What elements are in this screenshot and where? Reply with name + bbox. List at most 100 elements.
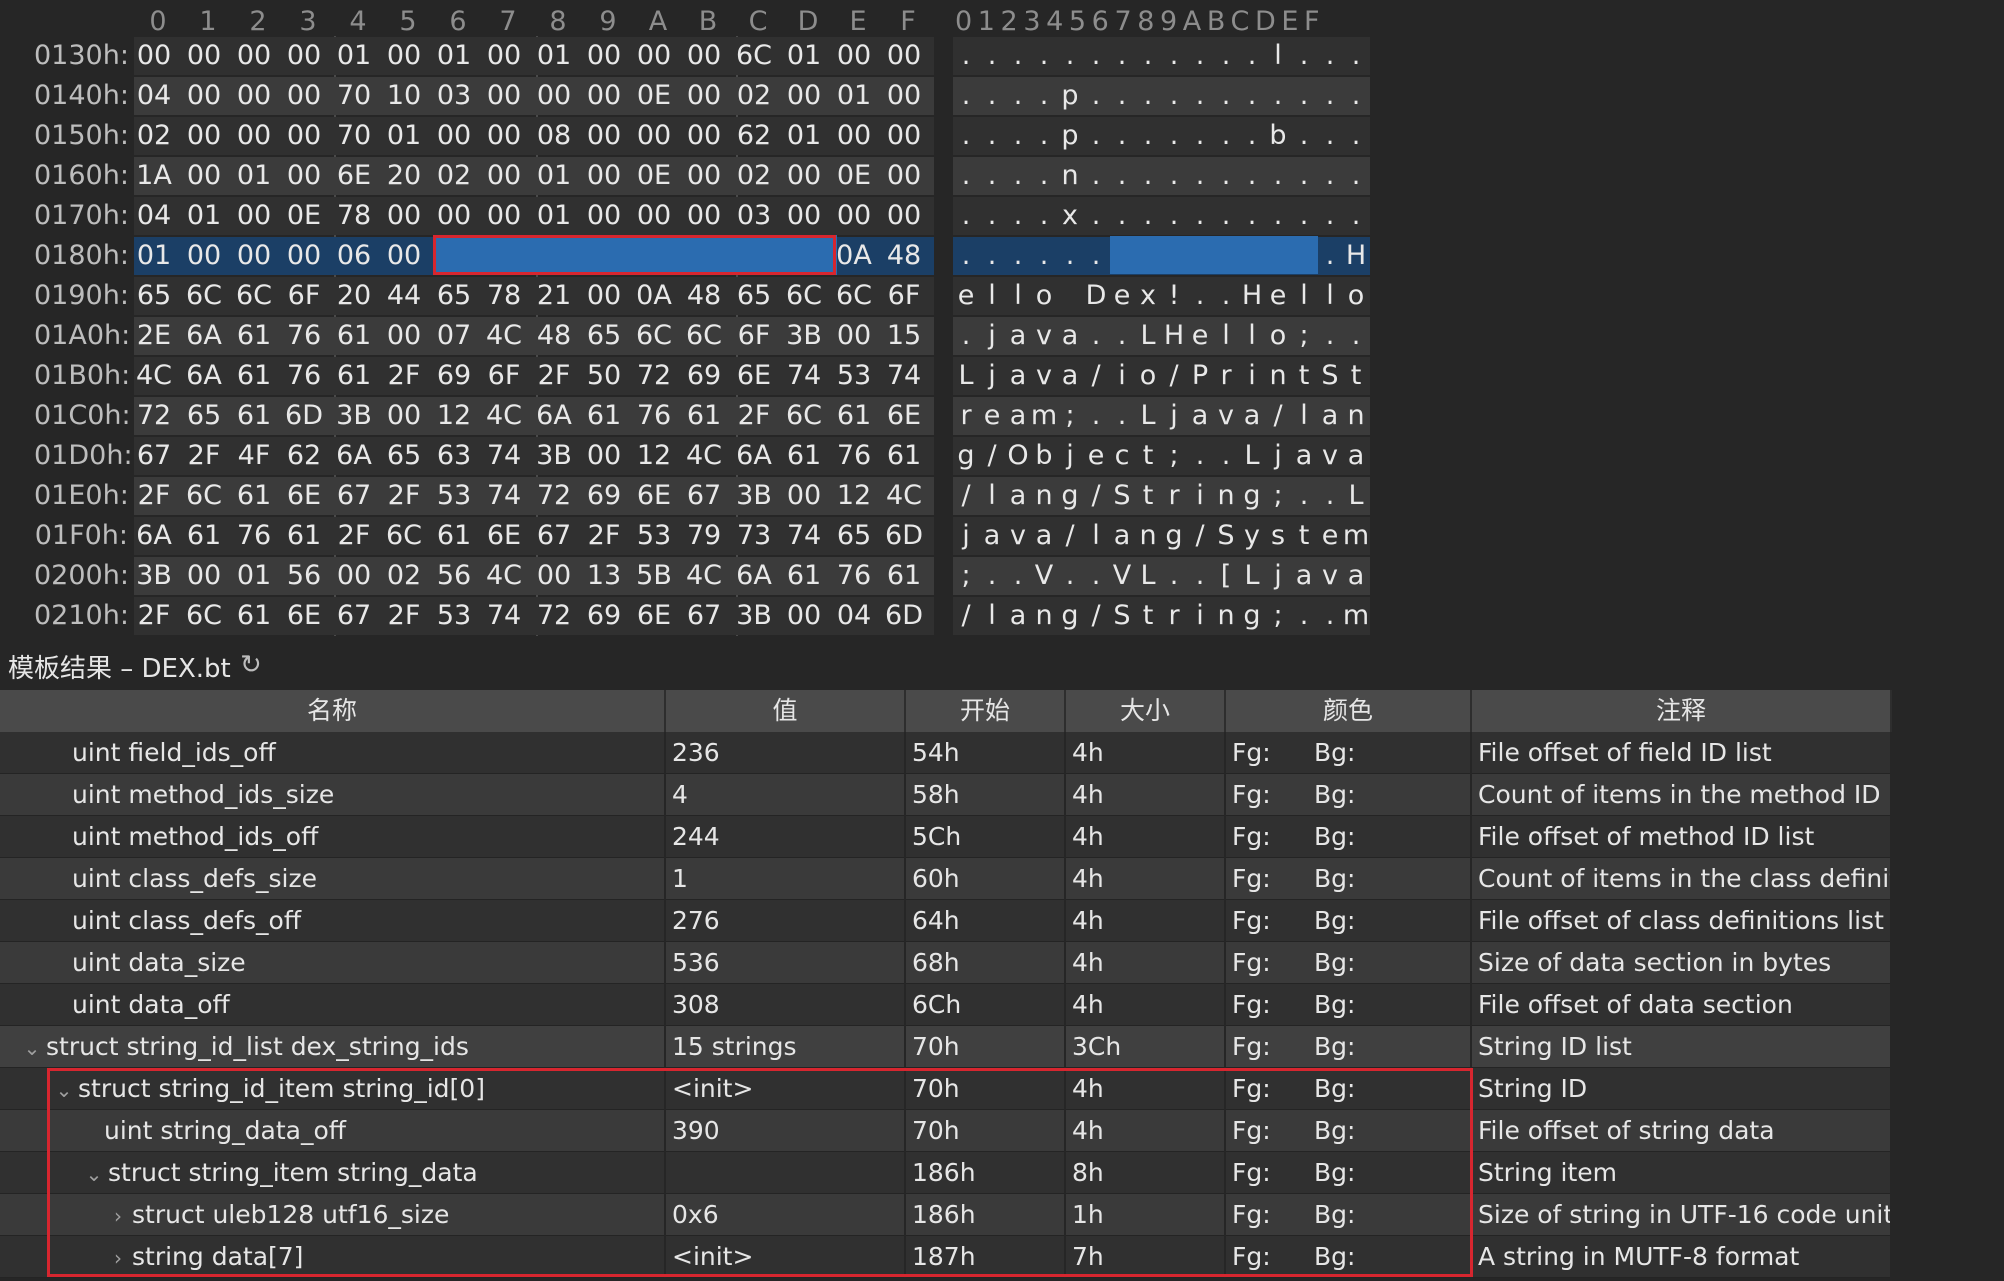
hex-byte[interactable]: 00 bbox=[387, 36, 421, 76]
hex-byte[interactable]: 00 bbox=[837, 196, 871, 236]
hex-byte[interactable]: 69 bbox=[687, 356, 721, 396]
hex-byte[interactable]: 69 bbox=[587, 596, 621, 636]
hex-byte[interactable]: 65 bbox=[437, 276, 471, 316]
hex-byte[interactable]: 78 bbox=[337, 196, 371, 236]
hex-byte[interactable]: 06 bbox=[337, 236, 371, 276]
hex-byte[interactable]: 0E bbox=[637, 156, 671, 196]
hex-byte[interactable]: 0A bbox=[636, 276, 672, 316]
hex-row[interactable]: 01C0h: 72 65 61 6D 3B 00 12 4C 6A 61 76 61 2F 6C 61 6E r e… bbox=[0, 396, 1380, 436]
hex-byte[interactable]: 65 bbox=[137, 276, 171, 316]
hex-byte[interactable]: 61 bbox=[437, 516, 471, 556]
hex-byte[interactable]: 6E bbox=[287, 596, 321, 636]
hex-byte[interactable]: 79 bbox=[687, 516, 721, 556]
hex-byte[interactable]: 4C bbox=[136, 356, 172, 396]
hex-row[interactable]: 0150h: 02 00 00 00 70 01 00 00 08 00 00 00 62 01 00 00..… bbox=[0, 116, 1380, 156]
hex-byte[interactable]: 10 bbox=[387, 76, 421, 116]
hex-byte[interactable]: 48 bbox=[687, 276, 721, 316]
hex-byte[interactable]: 2F bbox=[138, 476, 171, 516]
hex-byte[interactable]: 61 bbox=[237, 396, 271, 436]
hex-byte[interactable]: 02 bbox=[387, 556, 421, 596]
hex-byte[interactable]: 69 bbox=[587, 476, 621, 516]
hex-byte[interactable]: 00 bbox=[537, 556, 571, 596]
hex-row[interactable]: 01D0h: 67 2F 4F 62 6A 65 63 74 3B 00 12 4C 6A 61 76 61 g /… bbox=[0, 436, 1380, 476]
hex-byte[interactable]: 50 bbox=[587, 356, 621, 396]
hex-row[interactable]: 0160h: 1A 00 01 00 6E 20 02 00 01 00 0E 00 02 00 0E 00..… bbox=[0, 156, 1380, 196]
hex-byte[interactable]: 62 bbox=[737, 116, 771, 156]
hex-byte[interactable]: 00 bbox=[487, 76, 521, 116]
column-header-name[interactable]: 名称 bbox=[0, 690, 666, 732]
hex-byte[interactable]: 53 bbox=[437, 596, 471, 636]
hex-byte[interactable]: 00 bbox=[287, 76, 321, 116]
hex-byte[interactable]: 00 bbox=[837, 116, 871, 156]
hex-byte[interactable]: 1A bbox=[136, 156, 172, 196]
hex-byte[interactable]: 00 bbox=[237, 196, 271, 236]
hex-byte[interactable]: 67 bbox=[537, 516, 571, 556]
chevron-down-icon[interactable]: ⌄ bbox=[18, 1027, 46, 1068]
hex-row[interactable]: 0140h: 04 00 00 00 70 10 03 00 00 00 0E 00 02 00 01 00..… bbox=[0, 76, 1380, 116]
hex-byte[interactable]: 3B bbox=[736, 596, 772, 636]
hex-byte[interactable]: 6C bbox=[386, 516, 422, 556]
hex-byte[interactable]: 01 bbox=[387, 116, 421, 156]
column-header-color[interactable]: 颜色 bbox=[1226, 690, 1472, 732]
hex-byte[interactable]: 6C bbox=[836, 276, 872, 316]
hex-byte[interactable]: 56 bbox=[437, 556, 471, 596]
hex-byte[interactable]: 76 bbox=[837, 436, 871, 476]
hex-byte[interactable]: 00 bbox=[387, 316, 421, 356]
hex-byte[interactable]: 00 bbox=[887, 36, 921, 76]
hex-byte[interactable]: 00 bbox=[437, 196, 471, 236]
hex-byte[interactable]: 02 bbox=[437, 156, 471, 196]
hex-byte[interactable]: 6E bbox=[637, 596, 671, 636]
hex-byte[interactable]: 61 bbox=[237, 476, 271, 516]
hex-byte[interactable]: 2F bbox=[588, 516, 621, 556]
hex-byte[interactable]: 44 bbox=[387, 276, 421, 316]
hex-byte[interactable]: 67 bbox=[137, 436, 171, 476]
hex-byte[interactable]: 6C bbox=[636, 316, 672, 356]
hex-byte[interactable]: 6A bbox=[736, 556, 772, 596]
hex-byte[interactable]: 00 bbox=[587, 276, 621, 316]
hex-byte[interactable]: 13 bbox=[587, 556, 621, 596]
hex-byte[interactable]: 6E bbox=[737, 356, 771, 396]
hex-byte[interactable]: 12 bbox=[437, 396, 471, 436]
hex-byte[interactable]: 6A bbox=[186, 356, 222, 396]
hex-byte[interactable]: 00 bbox=[487, 156, 521, 196]
hex-byte[interactable]: 3B bbox=[536, 436, 572, 476]
hex-byte[interactable]: 01 bbox=[187, 196, 221, 236]
hex-byte[interactable]: 76 bbox=[287, 316, 321, 356]
hex-byte[interactable]: 00 bbox=[887, 116, 921, 156]
hex-byte[interactable]: 00 bbox=[787, 596, 821, 636]
hex-byte[interactable]: 01 bbox=[137, 236, 171, 276]
hex-row[interactable]: 0130h: 00 00 00 00 01 00 01 00 01 00 00 00 6C 01 00 00..… bbox=[0, 36, 1380, 76]
hex-byte[interactable]: 00 bbox=[387, 196, 421, 236]
hex-byte[interactable]: 3B bbox=[736, 476, 772, 516]
hex-byte[interactable]: 65 bbox=[737, 276, 771, 316]
hex-byte[interactable]: 63 bbox=[437, 436, 471, 476]
hex-byte[interactable]: 04 bbox=[137, 76, 171, 116]
hex-byte[interactable]: 00 bbox=[887, 196, 921, 236]
table-row[interactable]: uint method_ids_off 244 5Ch 4h Fg: Bg: File of… bbox=[0, 816, 1892, 858]
hex-byte[interactable]: 6E bbox=[637, 476, 671, 516]
hex-byte[interactable]: 74 bbox=[887, 356, 921, 396]
hex-byte[interactable]: 15 bbox=[887, 316, 921, 356]
hex-byte[interactable]: 5B bbox=[636, 556, 672, 596]
hex-byte[interactable]: 76 bbox=[637, 396, 671, 436]
hex-byte[interactable]: 00 bbox=[587, 36, 621, 76]
hex-byte[interactable]: 00 bbox=[587, 76, 621, 116]
hex-byte[interactable]: 61 bbox=[287, 516, 321, 556]
hex-byte[interactable]: 53 bbox=[437, 476, 471, 516]
hex-byte[interactable]: 6C bbox=[236, 276, 272, 316]
hex-byte[interactable]: 0E bbox=[837, 156, 871, 196]
hex-byte[interactable]: 2F bbox=[388, 356, 421, 396]
column-header-value[interactable]: 值 bbox=[666, 690, 906, 732]
table-row[interactable]: uint data_off 308 6Ch 4h Fg: Bg: File offset o… bbox=[0, 984, 1892, 1026]
hex-byte[interactable]: 48 bbox=[887, 236, 921, 276]
hex-byte[interactable]: 03 bbox=[437, 76, 471, 116]
hex-byte[interactable]: 00 bbox=[787, 156, 821, 196]
hex-byte[interactable]: 61 bbox=[337, 316, 371, 356]
hex-byte[interactable]: 72 bbox=[537, 476, 571, 516]
hex-byte[interactable]: 6A bbox=[736, 436, 772, 476]
hex-byte[interactable]: 01 bbox=[537, 196, 571, 236]
hex-byte[interactable]: 53 bbox=[637, 516, 671, 556]
hex-byte[interactable]: 73 bbox=[737, 516, 771, 556]
hex-byte[interactable]: 01 bbox=[337, 36, 371, 76]
hex-byte[interactable]: 12 bbox=[837, 476, 871, 516]
